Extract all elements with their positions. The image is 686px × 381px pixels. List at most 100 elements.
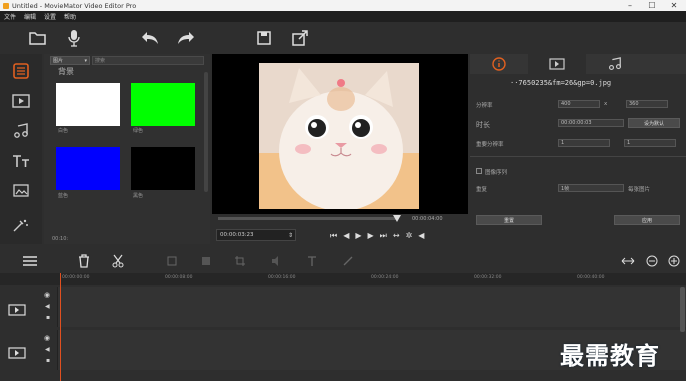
paste-icon[interactable]: [198, 253, 214, 269]
target-a-field[interactable]: 1: [558, 139, 610, 147]
apply-button[interactable]: 应用: [614, 215, 680, 225]
redo-icon[interactable]: [176, 28, 196, 48]
swatch-green[interactable]: [131, 83, 195, 126]
divider: [470, 156, 686, 157]
timeline-scrollbar[interactable]: [680, 287, 685, 332]
app-window: Untitled - MovieMator Video Editor Pro –…: [0, 0, 686, 381]
open-folder-icon[interactable]: [28, 28, 48, 48]
category-title: 背景: [58, 67, 74, 76]
skip-end-icon[interactable]: ⏭: [380, 231, 387, 241]
resolution-label: 分辨率: [476, 103, 493, 109]
app-logo-icon: [3, 2, 9, 9]
preview-progress-track[interactable]: [218, 217, 398, 220]
transport-buttons: ⏮ ◀ ▶ ▶ ⏭ ↔ ✲ ◀: [330, 231, 424, 241]
save-icon[interactable]: [254, 28, 274, 48]
video-preview: [212, 54, 468, 214]
visibility-icon[interactable]: ◉: [44, 334, 50, 342]
delete-icon[interactable]: [76, 253, 92, 269]
text-tool-icon[interactable]: [304, 253, 320, 269]
mute-icon[interactable]: ◀: [45, 303, 50, 310]
target-b-field[interactable]: 1: [624, 139, 676, 147]
tab-info[interactable]: [470, 54, 528, 74]
skip-start-icon[interactable]: ⏮: [330, 231, 337, 241]
text-icon[interactable]: [9, 150, 33, 172]
menu-settings[interactable]: 设置: [44, 12, 56, 21]
volume-icon[interactable]: ◀: [418, 231, 424, 241]
filter-icon[interactable]: [9, 214, 33, 236]
visibility-icon[interactable]: ◉: [44, 291, 50, 299]
export-icon[interactable]: [290, 28, 310, 48]
set-default-button[interactable]: 设为默认: [628, 118, 680, 128]
target-b-value: 1: [627, 140, 631, 146]
video-track-1[interactable]: ◉ ◀ ▪: [0, 287, 686, 327]
menu-bar: 文件 编辑 设置 帮助: [0, 11, 686, 22]
type-select[interactable]: 图片 ▾: [50, 56, 90, 65]
repeat-value: 1帧: [561, 185, 570, 192]
ruler-tick: 00:00:32:00: [474, 275, 502, 280]
audio-detach-icon[interactable]: [268, 253, 284, 269]
fit-width-icon[interactable]: [620, 253, 636, 269]
preview-cat-image: [259, 63, 419, 211]
title-bar: Untitled - MovieMator Video Editor Pro –…: [0, 0, 686, 11]
media-library-icon[interactable]: [9, 60, 33, 82]
spin-icon: ⇕: [287, 231, 293, 239]
timeline-playhead[interactable]: [60, 273, 61, 381]
repeat-field[interactable]: 1帧: [558, 184, 624, 192]
resolution-height-value: 360: [629, 101, 639, 107]
step-back-icon[interactable]: ◀: [343, 231, 349, 241]
chevron-down-icon: ▾: [84, 57, 87, 64]
total-time: 00:00:04:00: [412, 216, 443, 222]
lock-icon[interactable]: ▪: [46, 357, 50, 364]
microphone-icon[interactable]: [64, 28, 84, 48]
sequence-label: 图像序列: [485, 170, 508, 176]
video-clip-icon[interactable]: [9, 90, 33, 112]
video-track-icon: [8, 301, 26, 320]
swatch-white[interactable]: [56, 83, 120, 126]
maximize-button[interactable]: ☐: [642, 0, 662, 11]
lock-icon[interactable]: ▪: [46, 314, 50, 321]
swatch-black[interactable]: [131, 147, 195, 190]
audio-icon[interactable]: [9, 120, 33, 142]
menu-edit[interactable]: 编辑: [24, 12, 36, 21]
duration-value: 00:00:00:03: [561, 120, 592, 126]
ruler-tick: 00:00:08:00: [165, 275, 193, 280]
minimize-button[interactable]: –: [620, 0, 640, 11]
duration-label: 时长: [476, 121, 490, 129]
fit-icon[interactable]: ↔: [393, 231, 400, 241]
current-time-field[interactable]: 00:00:03:23 ⇕: [216, 229, 296, 241]
resolution-height[interactable]: 360: [626, 100, 668, 108]
copy-icon[interactable]: [164, 253, 180, 269]
close-button[interactable]: ✕: [664, 0, 684, 11]
tab-video[interactable]: [528, 54, 586, 74]
menu-file[interactable]: 文件: [4, 12, 16, 21]
swatch-blue[interactable]: [56, 147, 120, 190]
track-header: ◉ ◀ ▪: [0, 287, 58, 327]
step-forward-icon[interactable]: ▶: [368, 231, 374, 241]
reset-button[interactable]: 重置: [476, 215, 542, 225]
left-tool-strip: [0, 54, 42, 244]
repeat-label: 重复: [476, 187, 488, 193]
undo-icon[interactable]: [140, 28, 160, 48]
search-input[interactable]: 搜索: [92, 56, 204, 65]
type-select-value: 图片: [53, 58, 64, 64]
duration-field[interactable]: 00:00:00:03: [558, 119, 624, 127]
zoom-in-icon[interactable]: [666, 253, 682, 269]
crop-icon[interactable]: [232, 253, 248, 269]
cut-icon[interactable]: [110, 253, 126, 269]
effects-icon[interactable]: [340, 253, 356, 269]
timeline-ruler[interactable]: 00:00:00:00 00:00:08:00 00:00:16:00 00:0…: [0, 273, 686, 285]
zoom-out-icon[interactable]: [644, 253, 660, 269]
mute-icon[interactable]: ◀: [45, 346, 50, 353]
swatch-white-label: 白色: [58, 128, 69, 134]
target-resolution-label: 重要分辨率: [476, 142, 504, 148]
timeline-menu-icon[interactable]: [22, 253, 38, 269]
menu-help[interactable]: 帮助: [64, 12, 76, 21]
resolution-width[interactable]: 400: [558, 100, 600, 108]
sequence-checkbox[interactable]: [476, 168, 482, 174]
image-icon[interactable]: [9, 180, 33, 202]
tab-audio[interactable]: [586, 54, 644, 74]
library-scrollbar[interactable]: [204, 72, 208, 192]
properties-tabs: [470, 54, 686, 74]
settings-gear-icon[interactable]: ✲: [406, 231, 413, 241]
play-icon[interactable]: ▶: [355, 231, 361, 241]
